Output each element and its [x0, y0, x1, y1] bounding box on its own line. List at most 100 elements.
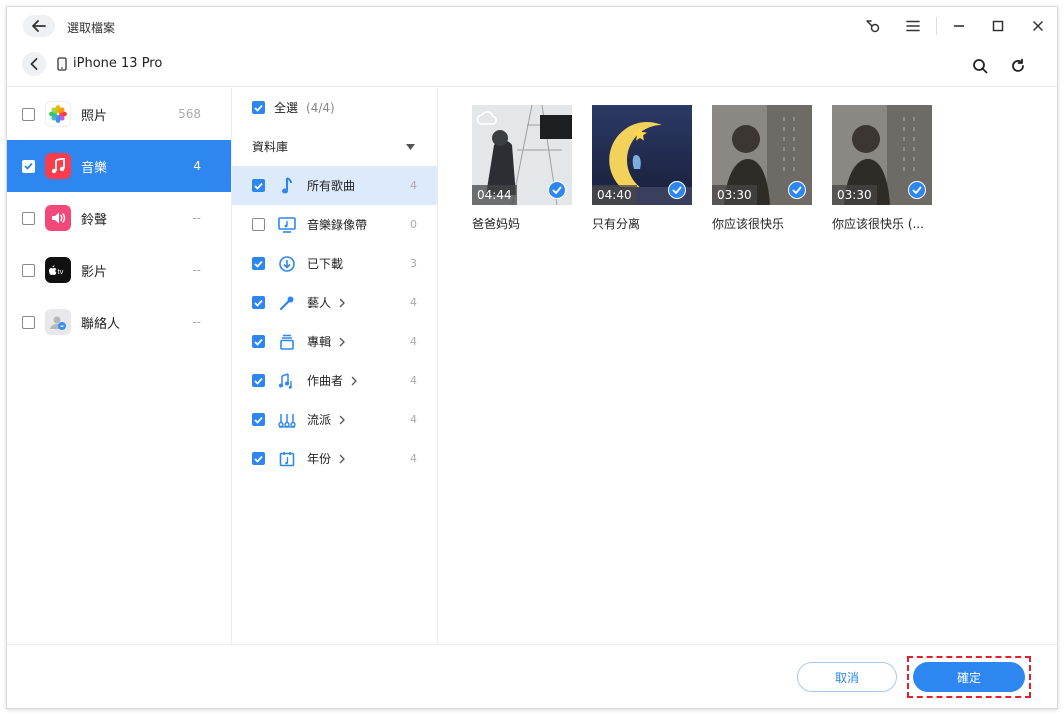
checkbox[interactable]: [252, 335, 265, 348]
checkmark-icon: [24, 162, 33, 170]
category-sidebar: 照片 568 音樂 4 鈴聲 -- tv 影片 -- 聯絡人 --: [7, 88, 232, 644]
song-card[interactable]: 04:40 只有分离: [592, 105, 694, 232]
checkmark-icon: [254, 377, 263, 385]
caret-down-icon: [406, 143, 415, 150]
library-item-count: 3: [410, 257, 417, 270]
checkbox[interactable]: [252, 179, 265, 192]
library-item-downloaded[interactable]: 已下載 3: [232, 244, 437, 283]
microphone-icon: [277, 293, 297, 313]
checkbox[interactable]: [252, 296, 265, 309]
library-item-count: 4: [410, 179, 417, 192]
library-item-label: 藝人: [307, 296, 332, 310]
sidebar-item-label: 影片: [81, 264, 108, 280]
device-label: iPhone 13 Pro: [57, 56, 162, 71]
device-name: iPhone 13 Pro: [73, 56, 163, 71]
library-item-genres[interactable]: 流派 4: [232, 400, 437, 439]
checkbox[interactable]: [22, 263, 35, 277]
dialog-footer: 取消 確定: [7, 644, 1057, 710]
checkmark-icon: [792, 186, 802, 194]
composer-icon: [277, 371, 297, 391]
calendar-icon: [277, 449, 297, 469]
arrow-left-icon: [32, 20, 46, 32]
checkmark-icon: [912, 186, 922, 194]
cancel-button[interactable]: 取消: [797, 662, 897, 692]
close-icon: [1032, 20, 1044, 32]
item-count: 568: [178, 107, 201, 121]
song-checkbox[interactable]: [548, 181, 566, 199]
menu-button[interactable]: [904, 17, 922, 35]
library-item-composers[interactable]: 作曲者 4: [232, 361, 437, 400]
checkbox[interactable]: [22, 211, 35, 225]
library-item-count: 4: [410, 335, 417, 348]
search-button[interactable]: [971, 57, 989, 75]
album-cover: 04:40: [592, 105, 692, 205]
device-bar: iPhone 13 Pro: [7, 45, 1057, 87]
item-count: --: [192, 315, 201, 329]
song-card[interactable]: 03:30 你应该很快乐: [712, 105, 814, 232]
checkbox[interactable]: [252, 452, 265, 465]
song-checkbox[interactable]: [908, 181, 926, 199]
library-item-count: 0: [410, 218, 417, 231]
sidebar-item-ringtones[interactable]: 鈴聲 --: [7, 192, 231, 244]
song-checkbox[interactable]: [668, 181, 686, 199]
library-header[interactable]: 資料庫: [232, 127, 437, 166]
checkmark-icon: [254, 104, 263, 112]
checkbox[interactable]: [22, 315, 35, 329]
checkbox[interactable]: [252, 413, 265, 426]
library-item-artists[interactable]: 藝人 4: [232, 283, 437, 322]
checkmark-icon: [672, 186, 682, 194]
library-item-albums[interactable]: 專輯 4: [232, 322, 437, 361]
library-item-label: 年份: [307, 452, 332, 466]
library-item-count: 4: [410, 296, 417, 309]
chevron-right-icon: [339, 337, 345, 346]
minimize-button[interactable]: [950, 17, 968, 35]
song-card[interactable]: 04:44 爸爸妈妈: [472, 105, 574, 232]
contacts-icon: [45, 309, 71, 335]
photos-icon: [45, 101, 71, 127]
back-button[interactable]: [23, 15, 55, 37]
library-item-label: 專輯: [307, 335, 332, 349]
song-checkbox[interactable]: [788, 181, 806, 199]
library-item-music-videos[interactable]: 音樂錄像帶 0: [232, 205, 437, 244]
library-item-years[interactable]: 年份 4: [232, 439, 437, 478]
confirm-button[interactable]: 確定: [913, 662, 1025, 692]
chevron-right-icon: [339, 454, 345, 463]
checkbox[interactable]: [22, 107, 35, 121]
checkmark-icon: [552, 186, 562, 194]
select-all-checkbox[interactable]: [252, 101, 265, 114]
device-back-button[interactable]: [22, 52, 46, 76]
checkbox[interactable]: [252, 374, 265, 387]
checkmark-icon: [254, 455, 263, 463]
title-bar: 選取檔案: [7, 7, 1057, 45]
refresh-button[interactable]: [1009, 57, 1027, 75]
window-title: 選取檔案: [67, 21, 116, 35]
refresh-icon: [1012, 58, 1024, 72]
maximize-button[interactable]: [989, 17, 1007, 35]
apple-tv-icon: tv: [45, 257, 71, 283]
sidebar-item-videos[interactable]: tv 影片 --: [7, 244, 231, 296]
checkbox[interactable]: [252, 257, 265, 270]
item-count: --: [192, 263, 201, 277]
sidebar-item-music[interactable]: 音樂 4: [7, 140, 231, 192]
maximize-icon: [992, 20, 1004, 32]
sidebar-item-label: 音樂: [81, 160, 108, 176]
feedback-button[interactable]: [864, 17, 882, 35]
checkmark-icon: [254, 338, 263, 346]
checkmark-icon: [254, 416, 263, 424]
sidebar-item-contacts[interactable]: 聯絡人 --: [7, 296, 231, 348]
file-picker-window: 選取檔案 iPhone 13 Pro 照片 568 音樂 4 鈴聲 -- tv …: [6, 6, 1058, 709]
library-item-label: 音樂錄像帶: [307, 218, 368, 232]
checkbox[interactable]: [252, 218, 265, 231]
sidebar-item-label: 聯絡人: [81, 316, 121, 332]
album-cover: 04:44: [472, 105, 572, 205]
library-item-count: 4: [410, 413, 417, 426]
library-item-label: 作曲者: [307, 374, 344, 388]
library-item-all-songs[interactable]: 所有歌曲 4: [232, 166, 437, 205]
song-card[interactable]: 03:30 你应该很快乐 (...: [832, 105, 934, 232]
close-button[interactable]: [1029, 17, 1047, 35]
checkbox[interactable]: [22, 159, 35, 173]
sidebar-item-photos[interactable]: 照片 568: [7, 88, 231, 140]
select-all-row[interactable]: 全選 (4/4): [232, 88, 437, 127]
song-duration: 04:44: [472, 185, 517, 205]
library-header-label: 資料庫: [252, 140, 289, 154]
